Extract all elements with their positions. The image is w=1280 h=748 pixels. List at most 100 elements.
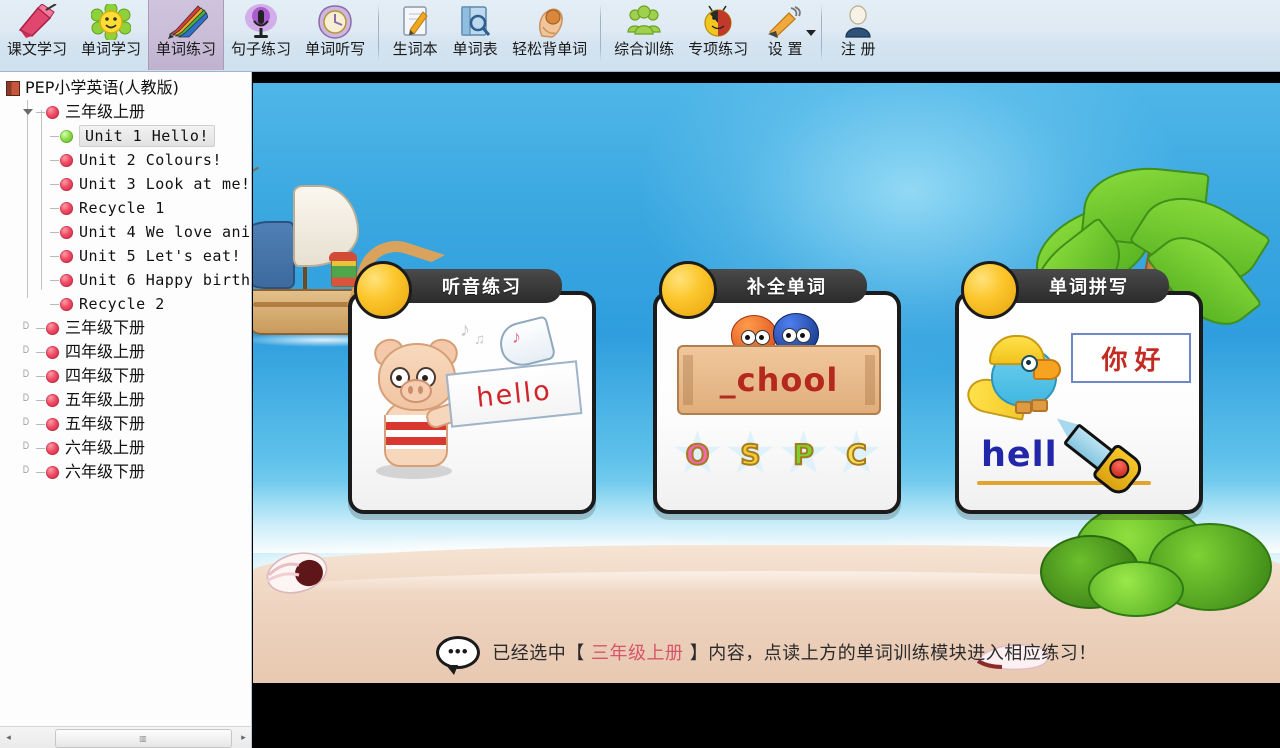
toolbar-item-label: 单词听写 — [305, 40, 366, 58]
toolbar-item-register[interactable]: 注 册 — [828, 0, 888, 70]
tree-unit-label: Unit 2 Colours! — [79, 151, 222, 169]
card-title-banner: 听音练习 — [394, 269, 562, 303]
card-body[interactable]: ♪ ♫ ♪ hello — [348, 291, 596, 514]
tree-connector — [50, 159, 59, 161]
toolbar-item-word-dictation[interactable]: 单词听写 — [298, 0, 372, 70]
toolbar-item-settings[interactable]: 设 置 — [755, 0, 817, 70]
toolbar-item-comprehensive-training[interactable]: 综合训练 — [607, 0, 681, 70]
practice-cards-row: 听音练习 ♪ ♫ ♪ hello 补全单词 _chool O S P C 单词拼… — [253, 83, 1280, 683]
tree-node-grade6-vol1[interactable]: 六年级上册 — [0, 436, 251, 460]
practice-card-spelling[interactable]: 单词拼写 你好 hell — [955, 261, 1203, 514]
toolbar-item-sentence-practice[interactable]: 句子练习 — [224, 0, 298, 70]
letter-glyph: O — [685, 437, 711, 472]
toolbar-item-label: 单词表 — [452, 40, 498, 58]
card-body[interactable]: 你好 hell — [955, 291, 1203, 514]
application-window: 课文学习 单词学习 单词练习 句子练习 单词听写 生词本 单词表 轻松背单词 综… — [0, 0, 1280, 748]
toolbar-item-word-list[interactable]: 单词表 — [445, 0, 505, 70]
letter-options-row: O S P C — [671, 425, 883, 483]
letter-option-s[interactable]: S — [727, 430, 775, 478]
course-tree-sidebar[interactable]: PEP小学英语(人教版) 三年级上册 Unit 1 Hello! Unit 2 … — [0, 72, 252, 748]
card-body[interactable]: _chool O S P C — [653, 291, 901, 514]
speech-bubble-icon: ••• — [436, 635, 481, 675]
scroll-left-arrow-icon[interactable]: ◂ — [0, 728, 17, 748]
tree-node-grade6-vol2[interactable]: 六年级下册 — [0, 460, 251, 484]
expander-closed-icon[interactable] — [22, 322, 34, 334]
tree-node-grade3-vol1[interactable]: 三年级上册 — [0, 100, 251, 124]
tree-bullet-icon — [46, 369, 59, 383]
tree-connector — [50, 183, 59, 185]
tree-node-grade4-vol2[interactable]: 四年级下册 — [0, 364, 251, 388]
toolbar-item-label: 专项练习 — [688, 40, 749, 58]
practice-card-complete-word[interactable]: 补全单词 _chool O S P C — [653, 261, 901, 514]
letter-option-o[interactable]: O — [674, 430, 722, 478]
toolbar-separator-3 — [821, 4, 823, 62]
tree-connector — [36, 447, 45, 449]
toolbar-item-label: 课文学习 — [7, 40, 68, 58]
card-title-label: 补全单词 — [747, 277, 827, 298]
tree-node-unit-6[interactable]: Unit 6 Happy birthd — [0, 268, 251, 292]
toolbar-item-easy-memorize[interactable]: 轻松背单词 — [505, 0, 594, 70]
tree-node-grade5-vol2[interactable]: 五年级下册 — [0, 412, 251, 436]
clock-shield-icon — [312, 3, 358, 41]
tree-node-recycle-1[interactable]: Recycle 1 — [0, 196, 251, 220]
tree-node-unit-4[interactable]: Unit 4 We love anim — [0, 220, 251, 244]
toolbar-item-special-practice[interactable]: 专项练习 — [681, 0, 755, 70]
card-spelling-text: hell — [981, 435, 1058, 475]
chevron-down-icon[interactable] — [806, 30, 817, 36]
book-pen-icon — [14, 3, 60, 41]
tree-connector — [50, 207, 59, 209]
card-title-banner: 补全单词 — [699, 269, 867, 303]
gold-medal-icon — [354, 261, 412, 319]
status-suffix: 】内容，点读上方的单词训练模块进入相应练习！ — [683, 643, 1097, 664]
tree-root-node[interactable]: PEP小学英语(人教版) — [0, 76, 251, 100]
toolbar-item-text-study[interactable]: 课文学习 — [0, 0, 74, 70]
scrollbar-thumb[interactable]: ▥ — [55, 728, 232, 748]
card-title-banner: 单词拼写 — [1001, 269, 1169, 303]
expander-closed-icon[interactable] — [22, 466, 34, 478]
practice-card-listening[interactable]: 听音练习 ♪ ♫ ♪ hello — [348, 261, 596, 514]
sidebar-horizontal-scrollbar[interactable]: ◂ ▥ ▸ — [0, 726, 251, 748]
expander-closed-icon[interactable] — [22, 370, 34, 382]
tree-connector — [36, 471, 45, 473]
tree-bullet-icon — [60, 201, 73, 215]
tree-node-unit-2[interactable]: Unit 2 Colours! — [0, 148, 251, 172]
status-highlight: 三年级上册 — [591, 643, 684, 664]
letter-option-c[interactable]: C — [833, 430, 881, 478]
tree-node-grade3-vol2[interactable]: 三年级下册 — [0, 316, 251, 340]
tree-connector — [36, 375, 45, 377]
toolbar-item-word-practice[interactable]: 单词练习 — [148, 0, 225, 70]
gear-wrench-icon — [762, 3, 808, 41]
tree-node-label: 四年级下册 — [65, 366, 146, 385]
microphone-icon — [238, 3, 284, 41]
tree-node-unit-5[interactable]: Unit 5 Let's eat! — [0, 244, 251, 268]
expander-closed-icon[interactable] — [22, 346, 34, 358]
tree-connector — [36, 327, 45, 329]
toolbar-item-label: 单词练习 — [156, 40, 217, 58]
tree-node-unit-1[interactable]: Unit 1 Hello! — [0, 124, 251, 148]
toolbar-item-label: 设 置 — [767, 40, 803, 58]
tree-node-unit-3[interactable]: Unit 3 Look at me! — [0, 172, 251, 196]
tree-node-recycle-2[interactable]: Recycle 2 — [0, 292, 251, 316]
tree-bullet-icon — [46, 393, 59, 407]
scroll-right-arrow-icon[interactable]: ▸ — [235, 728, 251, 748]
letter-option-p[interactable]: P — [780, 430, 828, 478]
expander-open-icon[interactable] — [22, 106, 34, 118]
tree-bullet-icon — [46, 441, 59, 455]
toolbar-item-new-words-book[interactable]: 生词本 — [385, 0, 445, 70]
tree-bullet-selected-icon — [60, 129, 73, 143]
tree-node-grade5-vol1[interactable]: 五年级上册 — [0, 388, 251, 412]
scrollbar-track[interactable]: ▥ — [17, 728, 235, 748]
expander-closed-icon[interactable] — [22, 418, 34, 430]
ladybug-icon — [695, 3, 741, 41]
tree-bullet-icon — [60, 153, 73, 167]
toolbar-item-label: 轻松背单词 — [512, 40, 588, 58]
toolbar-separator-2 — [600, 4, 602, 62]
expander-closed-icon[interactable] — [22, 394, 34, 406]
status-prefix: 已经选中【 — [492, 643, 591, 664]
toolbar-item-word-study[interactable]: 单词学习 — [74, 0, 148, 70]
tree-unit-label: Unit 1 Hello! — [79, 125, 215, 147]
tree-node-grade4-vol1[interactable]: 四年级上册 — [0, 340, 251, 364]
content-stage: 听音练习 ♪ ♫ ♪ hello 补全单词 _chool O S P C 单词拼… — [253, 72, 1280, 748]
expander-closed-icon[interactable] — [22, 442, 34, 454]
tree-connector — [36, 423, 45, 425]
